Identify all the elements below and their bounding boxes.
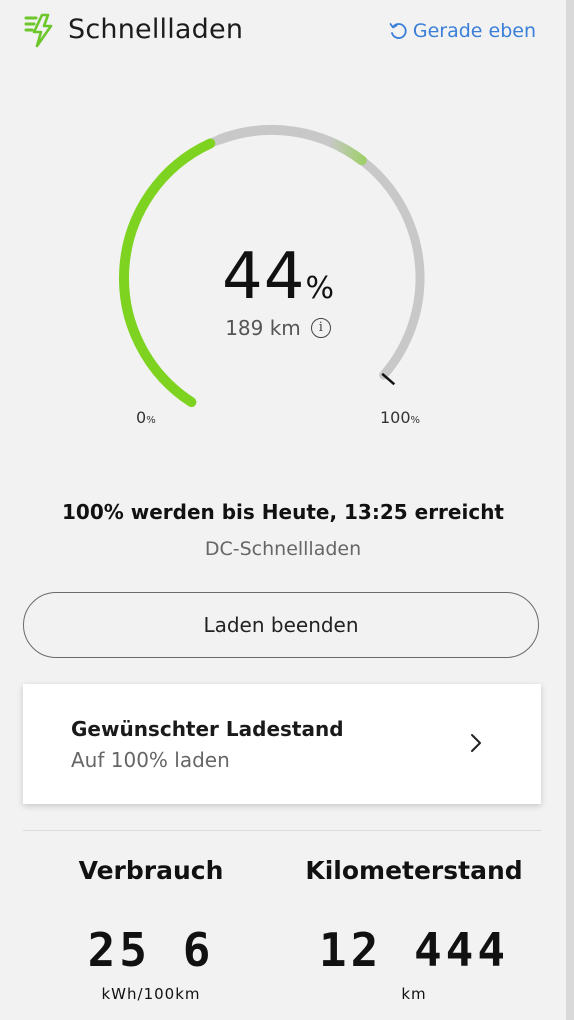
gauge-max-label: 100% <box>380 408 421 427</box>
consumption-title: Verbrauch <box>78 856 224 885</box>
odometer-unit: km <box>401 985 427 1003</box>
gauge-pulse <box>214 125 367 166</box>
info-icon[interactable]: i <box>310 318 331 338</box>
chevron-right-icon <box>471 734 481 752</box>
page-title: Schnellladen <box>68 14 244 45</box>
odometer-title: Kilometerstand <box>305 856 523 885</box>
refresh-icon <box>389 23 407 39</box>
refresh-button[interactable]: Gerade eben <box>389 20 536 42</box>
section-divider <box>23 830 541 831</box>
screen-edge <box>566 0 574 1020</box>
target-charge-title: Gewünschter Ladestand <box>71 717 344 741</box>
charge-mode: DC-Schnellladen <box>204 538 362 560</box>
charge-gauge: 44% 189 km i 0% 100% <box>88 110 468 440</box>
odometer-value: 12 444 <box>318 923 510 977</box>
screen: Schnellladen Gerade eben 44% 189 km i 0%… <box>0 0 566 1020</box>
consumption-value: 25 6 <box>87 923 215 977</box>
range-value: 189 km <box>225 316 301 340</box>
charge-percentage: 44% <box>88 240 468 314</box>
charge-eta: 100% werden bis Heute, 13:25 erreicht <box>62 500 504 524</box>
header: Schnellladen Gerade eben <box>0 0 566 64</box>
percent-unit: % <box>305 271 334 306</box>
odometer-stat: Kilometerstand 12 444 km <box>284 856 544 1003</box>
target-charge-subtitle: Auf 100% laden <box>71 748 230 772</box>
range-readout: 189 km i <box>88 316 468 340</box>
target-charge-card[interactable]: Gewünschter Ladestand Auf 100% laden <box>23 684 541 804</box>
gauge-min-label: 0% <box>136 408 156 427</box>
percent-value: 44 <box>222 240 306 314</box>
stop-charging-button[interactable]: Laden beenden <box>23 592 539 658</box>
lightning-charging-icon <box>24 13 53 48</box>
consumption-stat: Verbrauch 25 6 kWh/100km <box>21 856 281 1003</box>
consumption-unit: kWh/100km <box>101 985 201 1003</box>
refresh-label: Gerade eben <box>412 20 536 42</box>
